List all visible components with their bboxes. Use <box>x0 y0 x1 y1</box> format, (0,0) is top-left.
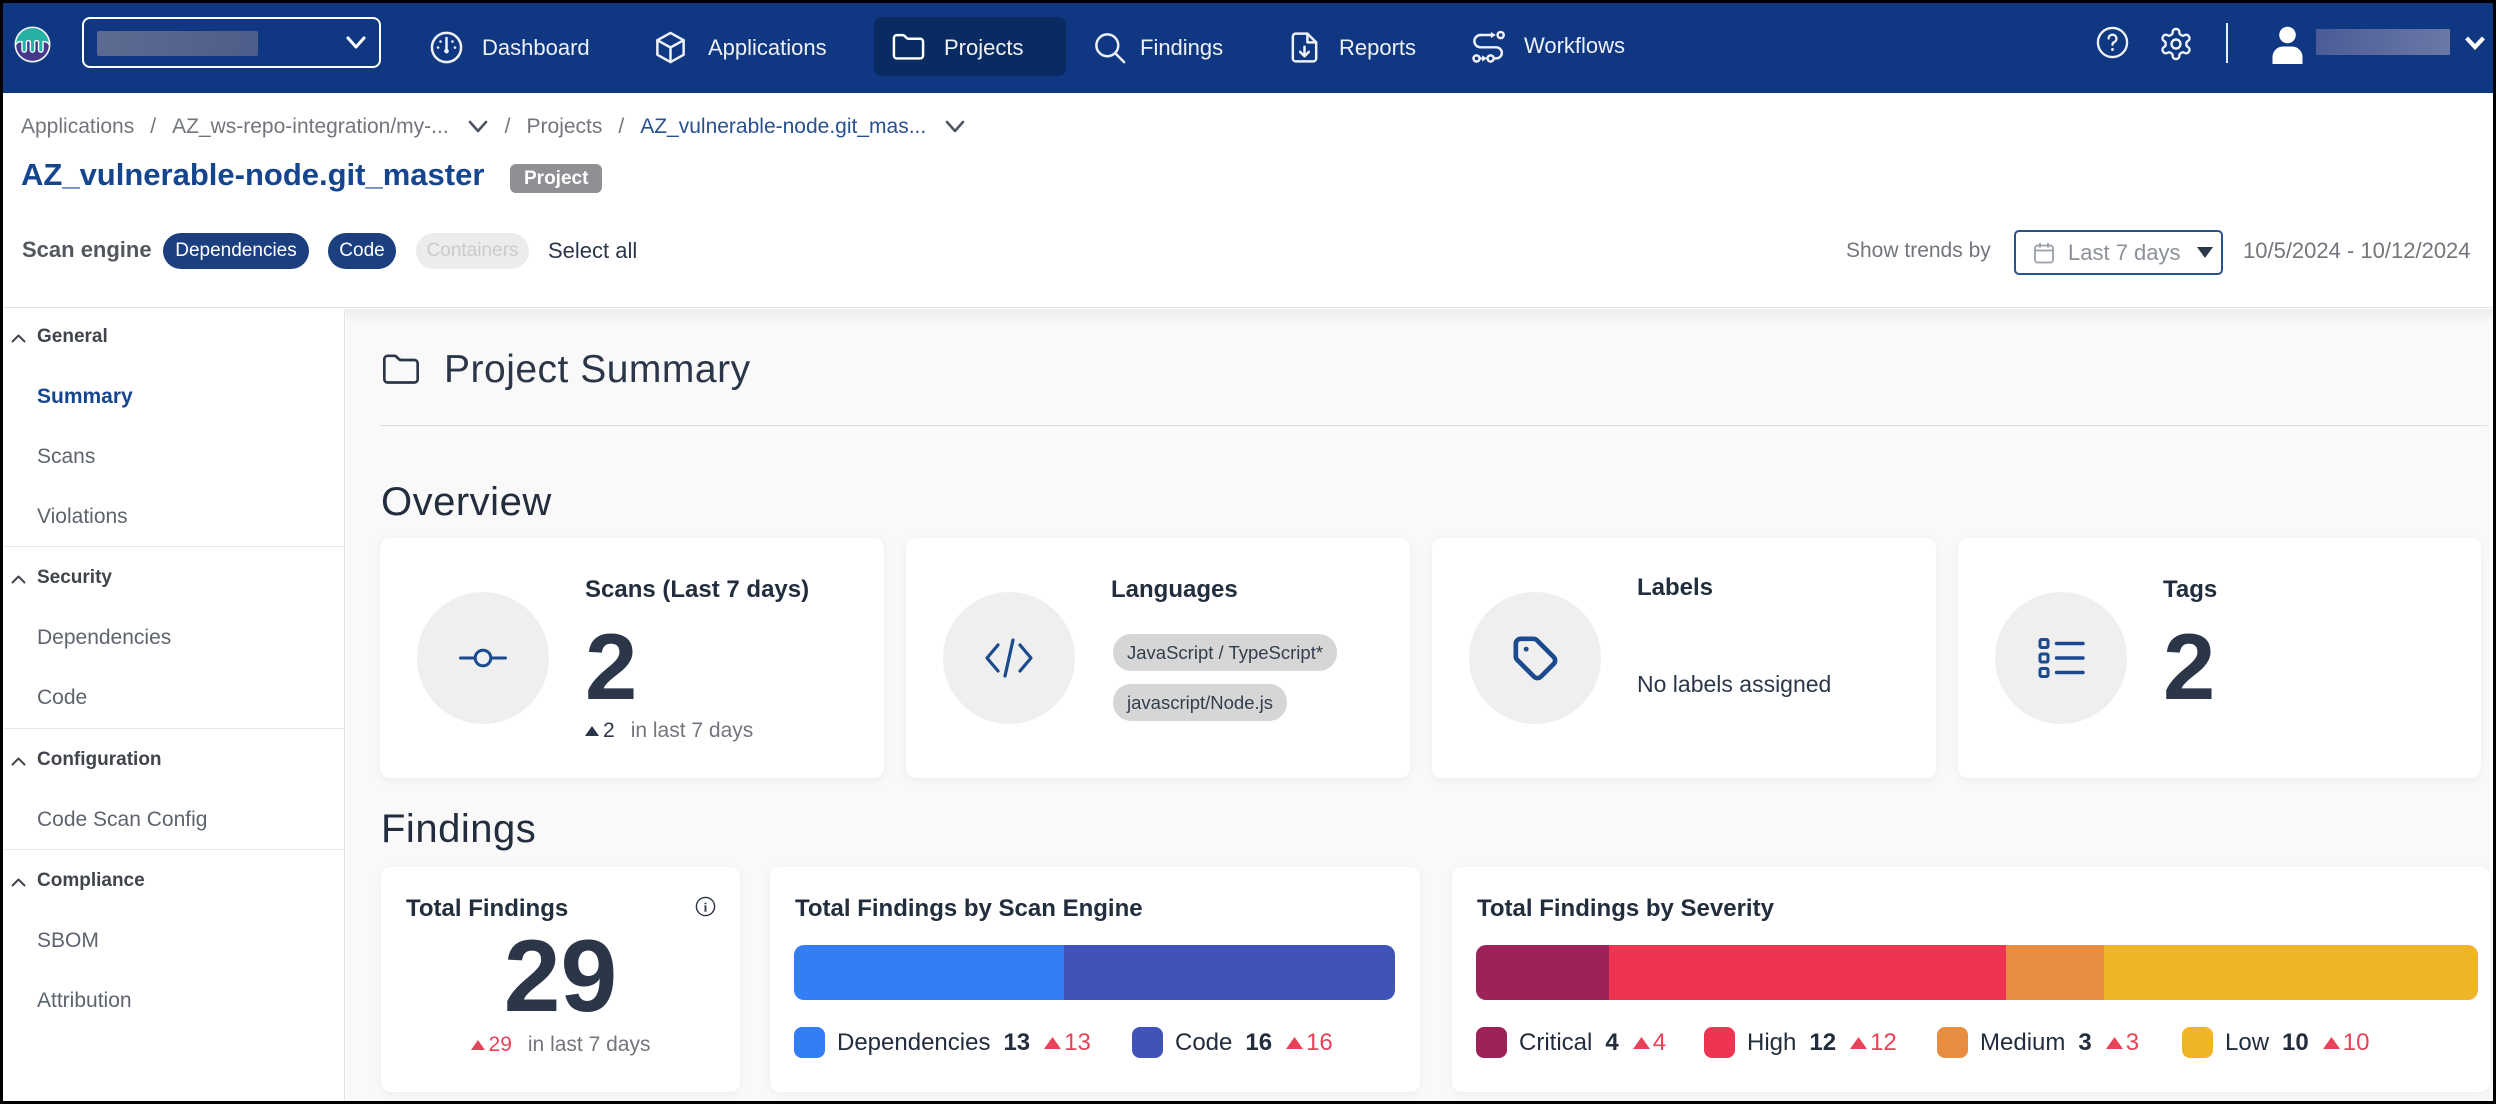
svg-text:i: i <box>704 899 708 914</box>
